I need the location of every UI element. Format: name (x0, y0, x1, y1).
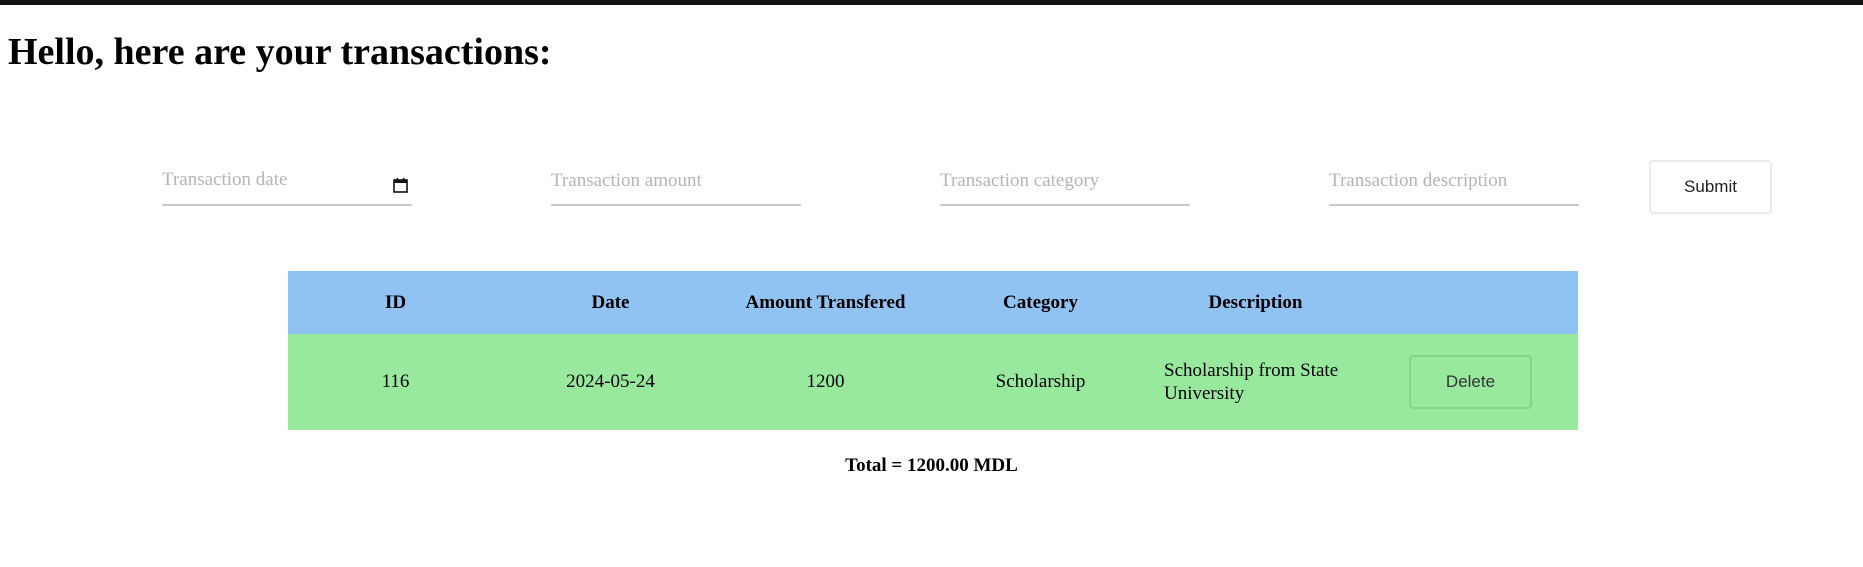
column-header-description: Description (1148, 271, 1363, 334)
cell-date: 2024-05-24 (503, 334, 718, 430)
calendar-icon[interactable] (393, 178, 408, 193)
page-title: Hello, here are your transactions: (8, 31, 552, 73)
top-border (0, 0, 1863, 5)
category-input[interactable]: Transaction category (940, 160, 1190, 206)
column-header-category: Category (933, 271, 1148, 334)
column-header-amount: Amount Transfered (718, 271, 933, 334)
cell-actions: Delete (1363, 334, 1578, 430)
column-header-actions (1363, 271, 1578, 334)
column-header-id: ID (288, 271, 503, 334)
cell-id: 116 (288, 334, 503, 430)
date-input[interactable]: Transaction date (162, 160, 412, 206)
transactions-table: ID Date Amount Transfered Category Descr… (288, 271, 1578, 430)
description-input[interactable]: Transaction description (1329, 160, 1579, 206)
cell-description: Scholarship from State University (1148, 334, 1363, 430)
amount-input[interactable]: Transaction amount (551, 160, 801, 206)
submit-button[interactable]: Submit (1649, 160, 1772, 214)
transaction-form: Transaction date Transaction amount Tran… (0, 160, 1863, 220)
amount-placeholder: Transaction amount (551, 170, 702, 191)
date-placeholder: Transaction date (162, 169, 288, 190)
cell-category: Scholarship (933, 334, 1148, 430)
delete-button[interactable]: Delete (1409, 355, 1532, 409)
column-header-date: Date (503, 271, 718, 334)
table-row: 116 2024-05-24 1200 Scholarship Scholars… (288, 334, 1578, 430)
transactions-table-wrapper: ID Date Amount Transfered Category Descr… (288, 271, 1578, 430)
description-placeholder: Transaction description (1329, 170, 1508, 191)
cell-amount: 1200 (718, 334, 933, 430)
total-amount: Total = 1200.00 MDL (845, 455, 1018, 476)
table-header-row: ID Date Amount Transfered Category Descr… (288, 271, 1578, 334)
category-placeholder: Transaction category (940, 170, 1100, 191)
